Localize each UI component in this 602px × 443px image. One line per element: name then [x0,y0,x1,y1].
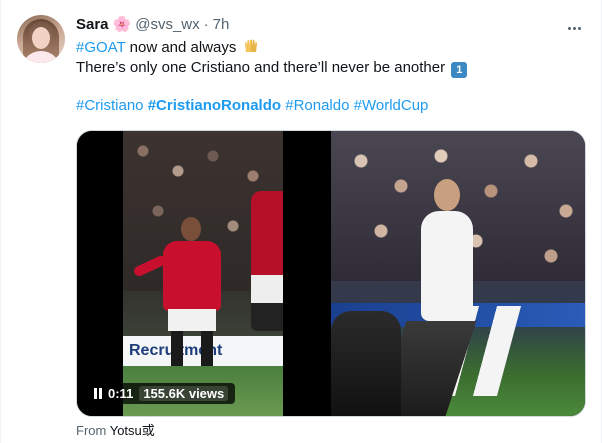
hashtag-cristiano[interactable]: #Cristiano [76,97,144,114]
photo-player-head [434,179,460,211]
tweet-header: Sara 🌸 @svs_wx · 7h [76,15,562,34]
source-attribution: From Yotsu或 [76,420,155,439]
video-player-shorts [168,309,216,331]
hashtag-cristiano-ronaldo[interactable]: #CristianoRonaldo [148,97,281,114]
source-name[interactable]: Yotsu或 [110,423,155,438]
hashtag-list: #Cristiano #CristianoRonaldo #Ronaldo #W… [76,97,428,114]
avatar-face [32,27,50,49]
hashtag-goat[interactable]: #GOAT [76,39,125,56]
hashtag-worldcup[interactable]: #WorldCup [354,97,429,114]
media-grid: Recruitment 0:11 155.6K views [76,130,586,417]
tweet-time[interactable]: 7h [213,16,230,33]
tweet-line-2: There’s only one Cristiano and there’ll … [76,58,576,78]
photo-player-body [421,211,473,321]
video-player[interactable]: Recruitment 0:11 155.6K views [77,131,329,416]
tweet-text: #GOAT now and always There’s only one Cr… [76,38,576,78]
more-options-icon[interactable] [564,18,584,38]
pause-icon[interactable] [94,388,102,399]
separator-dot: · [203,15,209,33]
video-controls[interactable]: 0:11 155.6K views [87,383,236,404]
video-player-head [181,217,201,241]
author-name[interactable]: Sara [76,16,109,33]
tweet-line-1: #GOAT now and always [76,38,576,58]
keycap-one-icon: 1 [451,62,468,78]
video-second-player [251,191,283,331]
photo-image[interactable] [331,131,585,416]
video-views: 155.6K views [139,386,229,401]
flower-emoji-icon: 🌸 [112,16,132,33]
photo-photographer [331,311,401,416]
tweet-line-1-text: now and always [125,39,241,56]
video-time: 0:11 [108,386,134,401]
video-player-body [163,241,221,311]
raised-hands-icon [244,39,257,52]
tweet-line-2-text: There’s only one Cristiano and there’ll … [76,59,450,76]
hashtag-ronaldo[interactable]: #Ronaldo [285,97,349,114]
source-prefix: From [76,423,110,438]
video-frame: Recruitment [123,131,283,416]
author-handle[interactable]: @svs_wx [135,16,199,33]
avatar[interactable] [17,15,65,63]
